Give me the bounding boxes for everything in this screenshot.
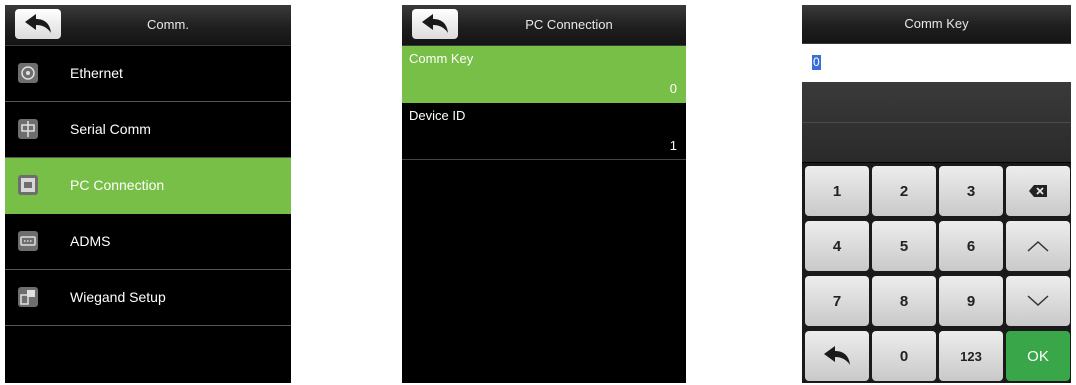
divider [802, 122, 1071, 123]
key-8[interactable]: 8 [872, 276, 936, 326]
menu-item-label: PC Connection [70, 177, 165, 193]
field-value: 1 [669, 138, 677, 153]
input-mode-key[interactable]: 123 [939, 331, 1003, 381]
ok-button[interactable]: OK [1006, 331, 1070, 381]
key-1[interactable]: 1 [805, 166, 869, 216]
top-bar: Comm. [5, 5, 291, 46]
menu-item-label: Wiegand Setup [70, 289, 166, 305]
key-4[interactable]: 4 [805, 221, 869, 271]
field-label: Comm Key [409, 51, 474, 66]
wiegand-icon [18, 287, 38, 307]
input-value: 0 [812, 55, 821, 70]
comm-menu-screen: Comm. Ethernet Serial Comm PC Connection… [5, 5, 291, 383]
menu-item-serial-comm[interactable]: Serial Comm [5, 102, 291, 158]
back-key[interactable] [805, 331, 869, 381]
back-arrow-icon [824, 346, 850, 365]
pc-connection-icon [18, 175, 38, 195]
menu-item-label: ADMS [70, 233, 111, 249]
key-7[interactable]: 7 [805, 276, 869, 326]
comm-key-input[interactable]: 0 [802, 44, 1071, 82]
chevron-up-icon [1027, 240, 1049, 252]
backspace-icon [1029, 185, 1047, 197]
menu-item-ethernet[interactable]: Ethernet [5, 46, 291, 102]
field-label: Device ID [409, 108, 466, 123]
key-3[interactable]: 3 [939, 166, 1003, 216]
menu-item-pc-connection[interactable]: PC Connection [5, 158, 291, 214]
field-value: 0 [669, 81, 677, 96]
down-key[interactable] [1006, 276, 1070, 326]
chevron-down-icon [1027, 295, 1049, 307]
menu-item-wiegand-setup[interactable]: Wiegand Setup [5, 270, 291, 326]
top-bar: Comm Key [802, 5, 1071, 44]
key-9[interactable]: 9 [939, 276, 1003, 326]
ethernet-icon [18, 63, 38, 83]
field-comm-key[interactable]: Comm Key 0 [402, 46, 686, 103]
comm-key-screen: Comm Key 0 1 2 3 4 5 6 7 8 9 0 123 OK [802, 5, 1071, 383]
serial-comm-icon [18, 119, 38, 139]
up-key[interactable] [1006, 221, 1070, 271]
key-0[interactable]: 0 [872, 331, 936, 381]
field-device-id[interactable]: Device ID 1 [402, 103, 686, 160]
adms-icon [18, 231, 38, 251]
key-2[interactable]: 2 [872, 166, 936, 216]
menu-item-label: Serial Comm [70, 121, 151, 137]
page-title: PC Connection [525, 17, 613, 32]
menu-item-label: Ethernet [70, 65, 123, 81]
backspace-key[interactable] [1006, 166, 1070, 216]
menu-item-adms[interactable]: ADMS [5, 214, 291, 270]
page-title: Comm. [147, 17, 189, 32]
numeric-keypad: 1 2 3 4 5 6 7 8 9 0 123 OK [802, 163, 1071, 383]
candidate-area [802, 82, 1071, 162]
key-5[interactable]: 5 [872, 221, 936, 271]
pc-connection-screen: PC Connection Comm Key 0 Device ID 1 [402, 5, 686, 383]
page-title: Comm Key [904, 16, 969, 31]
top-bar: PC Connection [402, 5, 686, 46]
key-6[interactable]: 6 [939, 221, 1003, 271]
